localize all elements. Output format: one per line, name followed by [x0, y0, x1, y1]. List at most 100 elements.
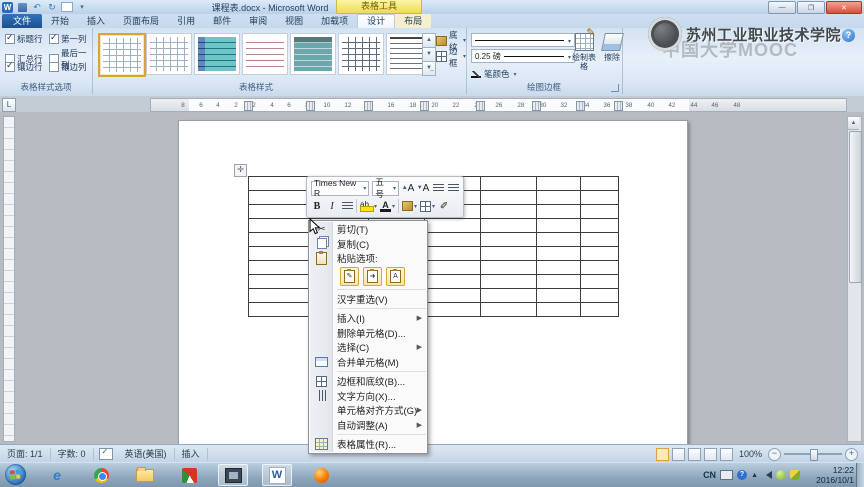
menu-item-autofit[interactable]: 自动调整(A) ▶ [310, 418, 426, 433]
tab-view[interactable]: 视图 [276, 14, 312, 28]
format-painter-icon[interactable]: ✐ [438, 199, 450, 213]
save-icon[interactable] [16, 2, 28, 13]
table-cell[interactable] [425, 261, 481, 275]
tab-insert[interactable]: 插入 [78, 14, 114, 28]
taskbar-clock[interactable]: 12:22 2016/10/1 [816, 465, 854, 485]
gallery-more-icon[interactable]: ▼̲ [422, 61, 436, 76]
zoom-in-icon[interactable]: + [845, 447, 858, 461]
view-draft-icon[interactable] [719, 447, 733, 461]
menu-item-delete-cells[interactable]: 删除单元格(D)... [310, 326, 426, 341]
checkbox-first-column[interactable]: 第一列 [49, 32, 89, 45]
table-cell[interactable] [537, 233, 581, 247]
ruler-table-marker[interactable] [576, 101, 585, 111]
table-cell[interactable] [425, 289, 481, 303]
checkbox-icon[interactable] [5, 32, 15, 44]
menu-item-text-direction[interactable]: 文字方向(X)... [310, 389, 426, 404]
table-cell[interactable] [249, 177, 311, 191]
zoom-slider[interactable] [784, 449, 842, 461]
table-cell[interactable] [481, 247, 537, 261]
taskbar-chrome-icon[interactable] [86, 464, 116, 486]
show-desktop-button[interactable] [856, 463, 864, 487]
taskbar-firefox-icon[interactable] [306, 464, 336, 486]
table-cell[interactable] [481, 261, 537, 275]
table-cell[interactable] [249, 205, 311, 219]
input-language-indicator[interactable]: CN [703, 470, 716, 480]
scroll-up-icon[interactable]: ▲ [848, 117, 859, 130]
pen-color-button[interactable]: 笔颜色 [471, 68, 517, 80]
tab-file[interactable]: 文件 [2, 14, 43, 28]
taskbar-ie-icon[interactable]: e [42, 464, 72, 486]
undo-icon[interactable] [31, 2, 43, 13]
table-cell[interactable] [249, 247, 311, 261]
menu-item-borders-shading[interactable]: 边框和底纹(B)... [310, 374, 426, 389]
close-button[interactable]: ✕ [826, 1, 862, 14]
taskbar-word-icon[interactable]: W [262, 464, 292, 486]
line-weight-dropdown[interactable]: 0.25 磅 [471, 49, 575, 63]
qat-table-icon[interactable] [61, 2, 73, 13]
keyboard-icon[interactable] [720, 470, 734, 480]
checkbox-banded-columns[interactable]: 镶边列 [49, 61, 89, 73]
table-cell[interactable] [581, 289, 619, 303]
table-cell[interactable] [249, 191, 311, 205]
scrollbar-thumb[interactable] [849, 131, 862, 283]
table-cell[interactable] [481, 219, 537, 233]
horizontal-ruler[interactable]: 8642246810121416182022242628303234363840… [150, 98, 847, 112]
language-indicator[interactable]: 英语(美国) [118, 448, 175, 460]
table-cell[interactable] [537, 205, 581, 219]
ruler-table-marker[interactable] [614, 101, 623, 111]
table-cell[interactable] [581, 233, 619, 247]
menu-item-cell-alignment[interactable]: 单元格对齐方式(G) ▶ [310, 403, 426, 418]
table-cell[interactable] [581, 247, 619, 261]
tab-references[interactable]: 引用 [168, 14, 204, 28]
highlight-color-icon[interactable]: ab [360, 199, 377, 213]
table-cell[interactable] [249, 233, 311, 247]
view-print-layout-icon[interactable] [655, 447, 669, 461]
menu-item-select[interactable]: 选择(C) ▶ [310, 340, 426, 355]
table-cell[interactable] [537, 275, 581, 289]
view-outline-icon[interactable] [703, 447, 717, 461]
table-cell[interactable] [537, 247, 581, 261]
antivirus-icon[interactable] [776, 470, 786, 480]
table-cell[interactable] [537, 289, 581, 303]
tray-help-icon[interactable]: ? [737, 470, 748, 480]
table-cell[interactable] [537, 261, 581, 275]
paste-merge-icon[interactable]: ➜ [363, 266, 382, 286]
ruler-table-marker[interactable] [532, 101, 541, 111]
view-web-layout-icon[interactable] [687, 447, 701, 461]
word-count[interactable]: 字数: 0 [51, 448, 94, 460]
center-align-icon[interactable] [341, 199, 353, 213]
restore-button[interactable]: ❐ [797, 1, 825, 14]
menu-item-hanzi-reselect[interactable]: 汉字重选(V) [310, 292, 426, 307]
borders-button[interactable]: 边框 [436, 46, 466, 68]
security-shield-icon[interactable] [790, 470, 800, 480]
table-style-thumb[interactable] [146, 33, 192, 75]
increase-indent-icon[interactable] [447, 181, 459, 195]
table-cell[interactable] [425, 219, 481, 233]
table-cell[interactable] [481, 275, 537, 289]
decrease-indent-icon[interactable] [432, 181, 444, 195]
draw-table-button[interactable]: 绘制表格 [569, 29, 599, 81]
tab-home[interactable]: 开始 [42, 14, 78, 28]
ruler-table-marker[interactable] [420, 101, 429, 111]
font-size-dropdown[interactable]: 五号 [372, 177, 399, 199]
tab-addins[interactable]: 加载项 [312, 14, 357, 28]
table-style-thumb[interactable] [338, 33, 384, 75]
checkbox-header-row[interactable]: 标题行 [5, 32, 45, 45]
tab-stop-selector[interactable]: L [2, 98, 16, 112]
ruler-table-marker[interactable] [364, 101, 373, 111]
table-cell[interactable] [249, 275, 311, 289]
table-cell[interactable] [425, 275, 481, 289]
tab-page-layout[interactable]: 页面布局 [114, 14, 168, 28]
taskbar-capture-app-icon[interactable] [218, 464, 248, 486]
table-cell[interactable] [581, 303, 619, 317]
ruler-table-marker[interactable] [244, 101, 253, 111]
shading-icon[interactable] [402, 199, 417, 213]
paste-text-only-icon[interactable]: A [386, 266, 405, 286]
table-cell[interactable] [537, 191, 581, 205]
line-style-dropdown[interactable] [471, 33, 575, 47]
italic-icon[interactable]: I [326, 199, 338, 213]
ruler-table-marker[interactable] [476, 101, 485, 111]
menu-item-merge-cells[interactable]: 合并单元格(M) [310, 355, 426, 370]
zoom-out-icon[interactable]: − [768, 447, 781, 461]
tab-design-active[interactable]: 设计 [357, 14, 396, 29]
